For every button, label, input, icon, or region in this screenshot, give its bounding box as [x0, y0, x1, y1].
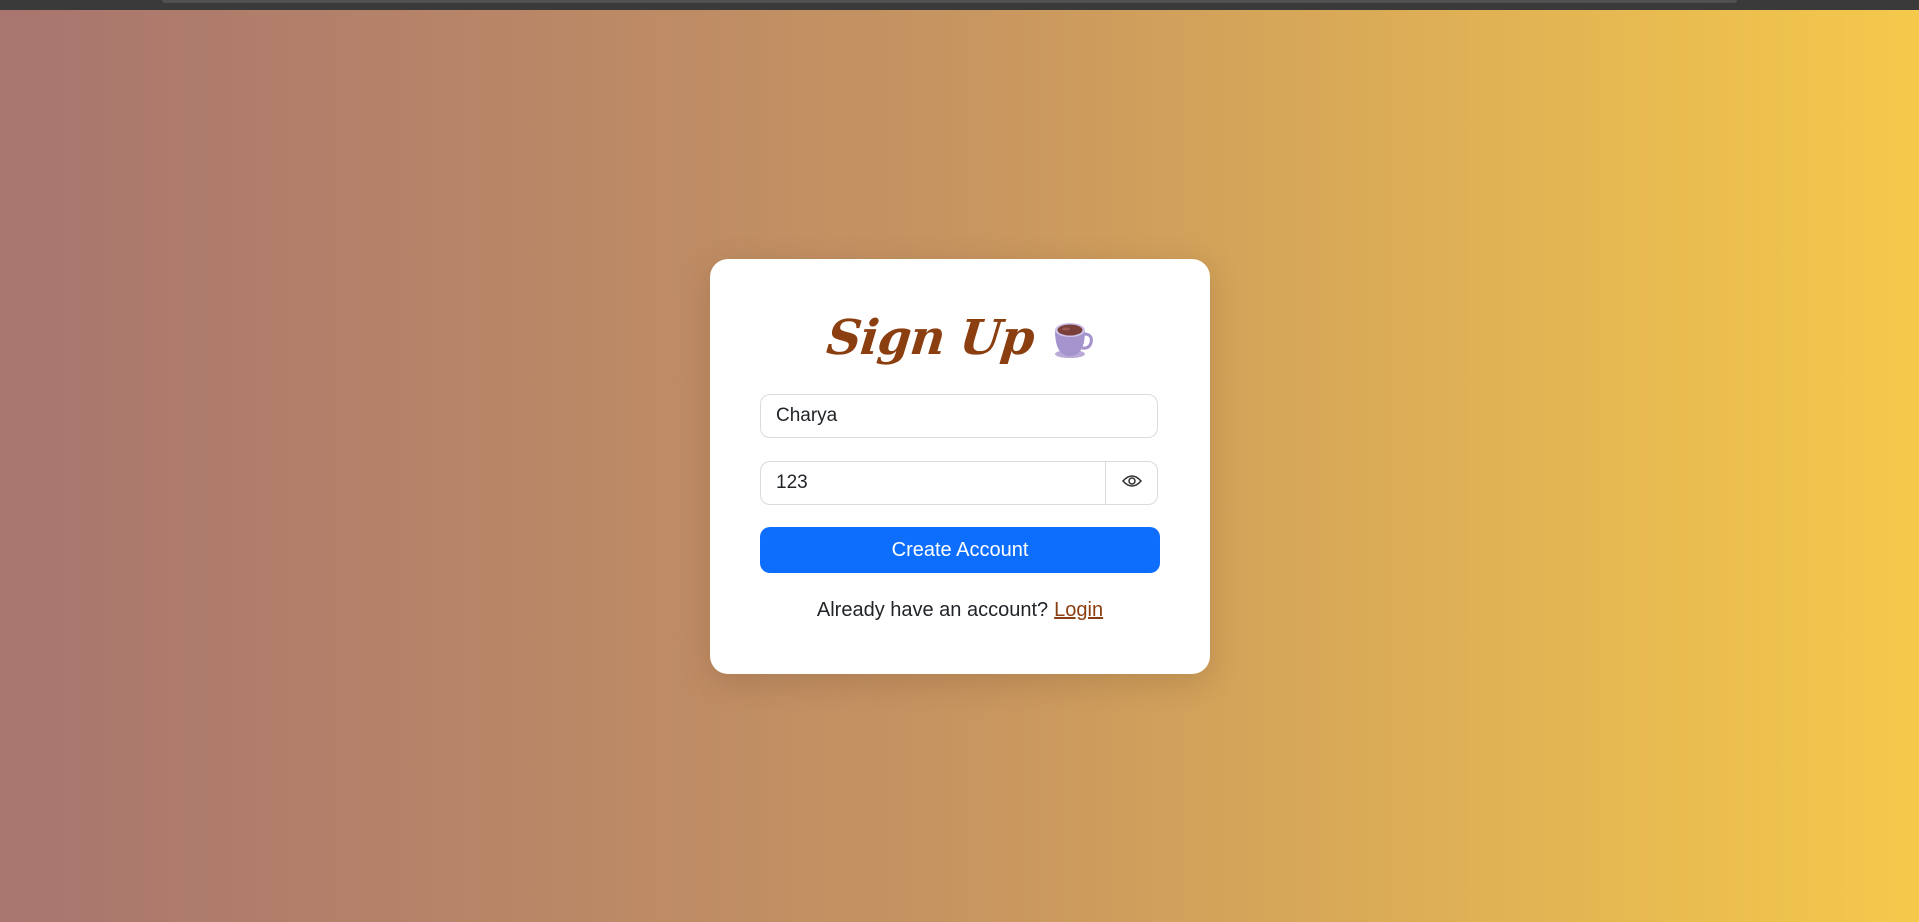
password-input[interactable]	[761, 462, 1105, 504]
signup-card: Sign Up Create Account	[710, 259, 1210, 674]
username-field[interactable]	[760, 394, 1158, 438]
username-input[interactable]	[761, 395, 1157, 437]
title-row: Sign Up	[710, 303, 1210, 373]
toggle-password-button[interactable]	[1105, 462, 1157, 504]
login-link[interactable]: Login	[1054, 599, 1103, 622]
login-prompt: Already have an account? Login	[710, 595, 1210, 625]
window-top-bar	[0, 0, 1919, 10]
cup-icon	[1049, 316, 1094, 360]
password-field[interactable]	[760, 461, 1158, 505]
eye-icon	[1121, 474, 1142, 493]
create-account-button[interactable]: Create Account	[760, 527, 1160, 573]
login-prompt-text: Already have an account?	[816, 598, 1049, 621]
window-top-bar-strip	[162, 0, 1737, 3]
page-title: Sign Up	[823, 310, 1037, 366]
